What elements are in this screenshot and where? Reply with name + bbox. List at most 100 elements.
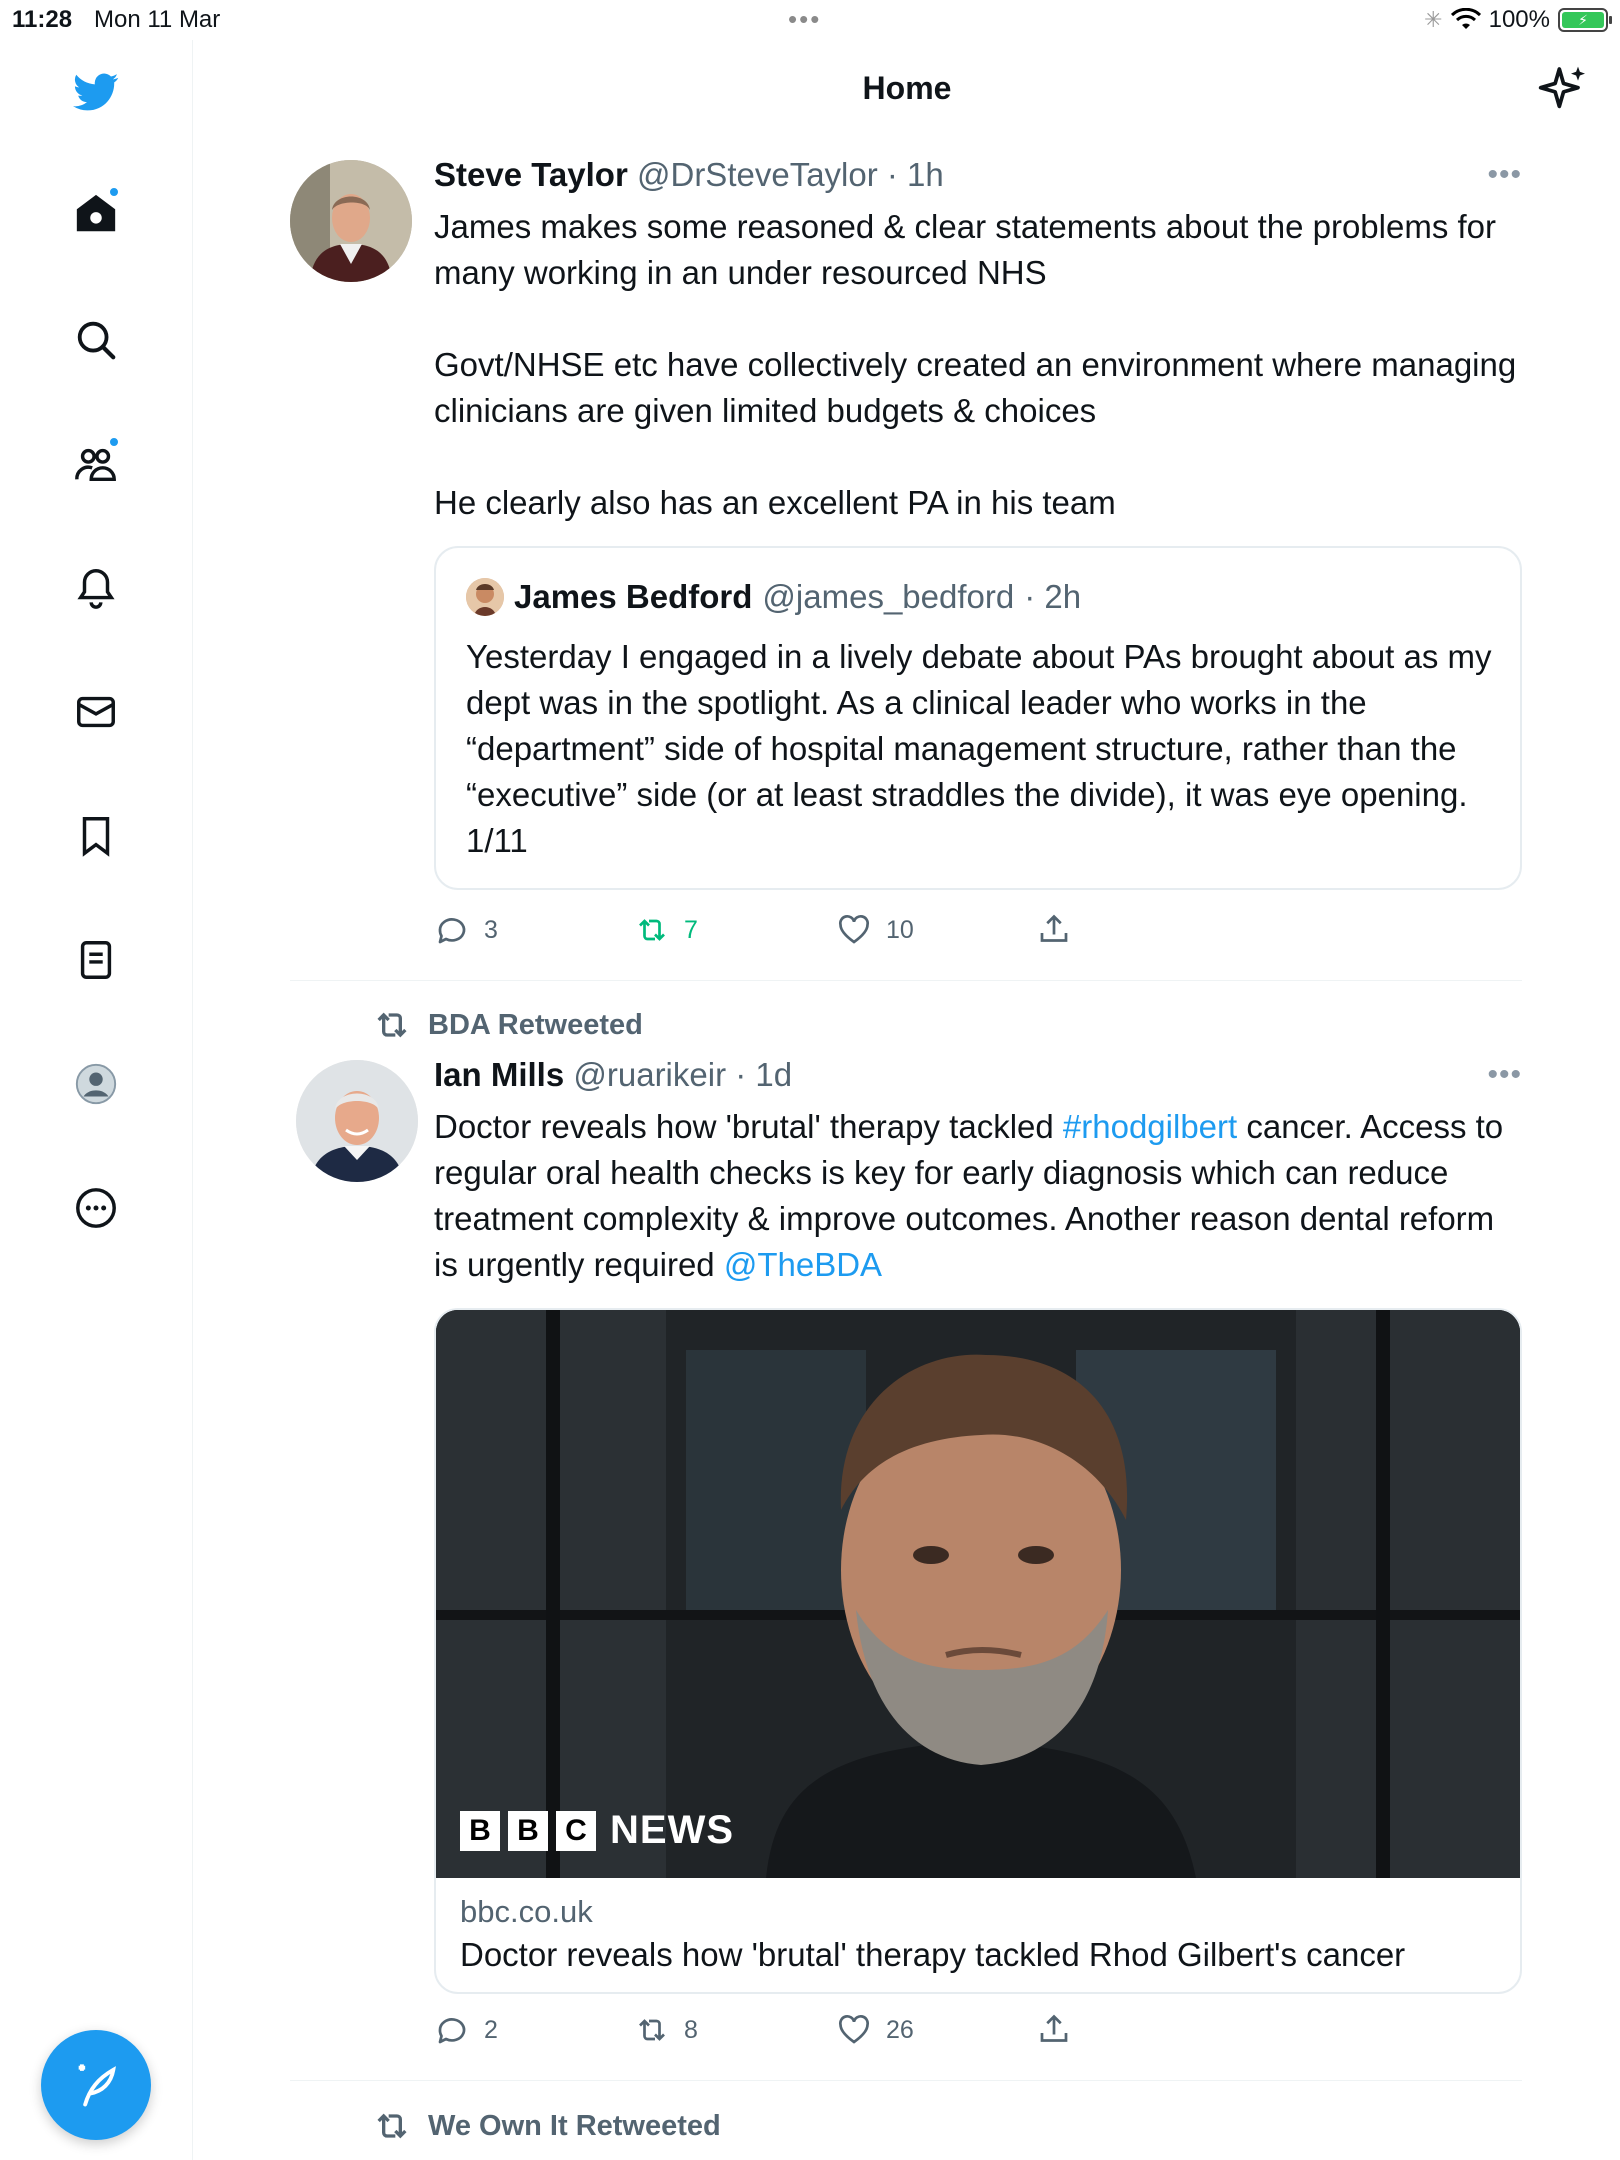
page-title: Home [862,70,952,106]
timeline-header: Home [194,40,1620,140]
nav-lists[interactable] [66,930,126,990]
reply-button[interactable]: 2 [434,2012,498,2048]
tweet-actions: 3 7 10 [434,912,1094,952]
nav-bookmarks[interactable] [66,806,126,866]
tweet-text-part: Doctor reveals how 'brutal' therapy tack… [434,1108,1063,1145]
retweet-icon [639,919,665,941]
quoted-tweet-text: Yesterday I engaged in a lively debate a… [466,638,1492,859]
quoted-tweet[interactable]: James Bedford @james_bedford · 2h Yester… [434,546,1522,890]
tweet-header: Steve Taylor @DrSteveTaylor · 1h [434,156,944,194]
author-handle[interactable]: @ruarikeir [573,1056,726,1093]
nav-home[interactable] [66,184,126,244]
retweeted-by-line[interactable]: We Own It Retweeted [372,2106,721,2146]
like-button[interactable]: 10 [836,912,914,948]
quoted-avatar [466,578,504,616]
quoted-author-name: James Bedford [514,578,753,615]
activity-spinner-icon: ✳ [1424,7,1443,32]
nav-profile[interactable] [66,1054,126,1114]
link-card-meta: bbc.co.uk Doctor reveals how 'brutal' th… [436,1878,1520,1990]
wifi-icon [1450,8,1481,29]
quoted-author-handle: @james_bedford [762,578,1015,615]
tweet-divider [290,2080,1522,2081]
sidebar [0,40,193,2160]
heart-icon [839,915,869,944]
status-time: 11:28 [12,6,73,33]
retweet-icon [377,1012,407,1038]
reply-icon [438,2018,466,2044]
hashtag-link[interactable]: #rhodgilbert [1063,1108,1237,1145]
retweeted-by-text: BDA Retweeted [428,1008,643,1041]
bell-icon [77,569,115,609]
mention-link[interactable]: @TheBDA [724,1246,882,1283]
tweet[interactable]: Ian Mills @ruarikeir · 1d ••• Doctor rev… [290,1056,1522,2056]
like-count: 10 [886,915,914,944]
like-button[interactable]: 26 [836,2012,914,2048]
article-photo [436,1310,1520,1878]
retweet-button[interactable]: 8 [634,2012,698,2048]
search-icon [77,321,116,360]
retweet-count: 7 [684,915,698,944]
status-date: Mon 11 Mar [94,6,221,33]
battery-icon: ⚡ [1558,8,1612,32]
mail-icon [77,696,115,728]
compose-tweet-button[interactable] [41,2030,151,2140]
tweet[interactable]: Steve Taylor @DrSteveTaylor · 1h ••• Jam… [290,156,1522,964]
nav-communities[interactable] [66,434,126,494]
twitter-logo-icon[interactable] [66,62,126,122]
share-icon [1040,914,1068,942]
nav-more[interactable] [66,1178,126,1238]
retweeted-by-text: We Own It Retweeted [428,2109,721,2142]
battery-percent: 100% [1488,6,1550,33]
compose-feather-icon [78,2064,116,2107]
retweet-count: 8 [684,2015,698,2044]
nav-messages[interactable] [66,682,126,742]
nav-notifications[interactable] [66,558,126,618]
retweet-icon [639,2019,665,2041]
reply-count: 2 [484,2015,498,2044]
reply-count: 3 [484,915,498,944]
reply-icon [438,918,466,944]
avatar[interactable] [290,160,412,282]
nav-search[interactable] [66,310,126,370]
heart-icon [839,2015,869,2044]
retweet-button[interactable]: 7 [634,912,698,948]
profile-avatar-icon [75,1063,117,1105]
status-indicators: ✳ 100% ⚡ [1424,6,1612,34]
lists-icon [80,941,112,979]
link-card-domain: bbc.co.uk [460,1894,593,1929]
avatar[interactable] [296,1060,418,1182]
bbc-logo-letter: B [460,1810,500,1851]
tweet-divider [290,980,1522,981]
share-button[interactable] [1036,912,1072,948]
bookmark-icon [82,817,110,857]
like-count: 26 [886,2015,914,2044]
sparkle-icon[interactable] [1536,62,1592,118]
share-icon [1040,2014,1068,2042]
link-card-title: Doctor reveals how 'brutal' therapy tack… [460,1936,1406,1973]
retweeted-by-line[interactable]: BDA Retweeted [372,1005,643,1045]
bbc-logo-letter: C [556,1810,596,1851]
link-card[interactable]: B B C NEWS bbc.co.uk Doctor reveals how … [434,1308,1522,1994]
share-button[interactable] [1036,2012,1072,2048]
link-card-image: B B C NEWS [436,1310,1520,1878]
tweet-more-icon[interactable]: ••• [1487,1058,1522,1092]
author-handle[interactable]: @DrSteveTaylor [637,156,878,193]
tweet-actions: 2 8 26 [434,2012,1094,2052]
author-name[interactable]: Ian Mills [434,1056,564,1093]
tweet-time[interactable]: · 1d [735,1056,792,1093]
tweet-text: Doctor reveals how 'brutal' therapy tack… [434,1104,1524,1288]
bbc-logo-letter: B [508,1810,548,1851]
tweet-text: James makes some reasoned & clear statem… [434,208,1517,521]
status-bar: 11:28 Mon 11 Mar ••• ✳ 100% ⚡ [0,0,1620,40]
quoted-tweet-time: · 2h [1024,578,1082,615]
reply-button[interactable]: 3 [434,912,498,948]
bbc-logo-news: NEWS [610,1808,734,1852]
communities-notification-dot [108,436,120,448]
tweet-header: Ian Mills @ruarikeir · 1d [434,1056,792,1094]
author-name[interactable]: Steve Taylor [434,156,628,193]
multitasking-dots[interactable]: ••• [788,4,821,35]
bbc-news-logo: B B C NEWS [460,1808,734,1853]
tweet-more-icon[interactable]: ••• [1487,158,1522,192]
home-notification-dot [108,186,120,198]
tweet-time[interactable]: · 1h [887,156,944,193]
